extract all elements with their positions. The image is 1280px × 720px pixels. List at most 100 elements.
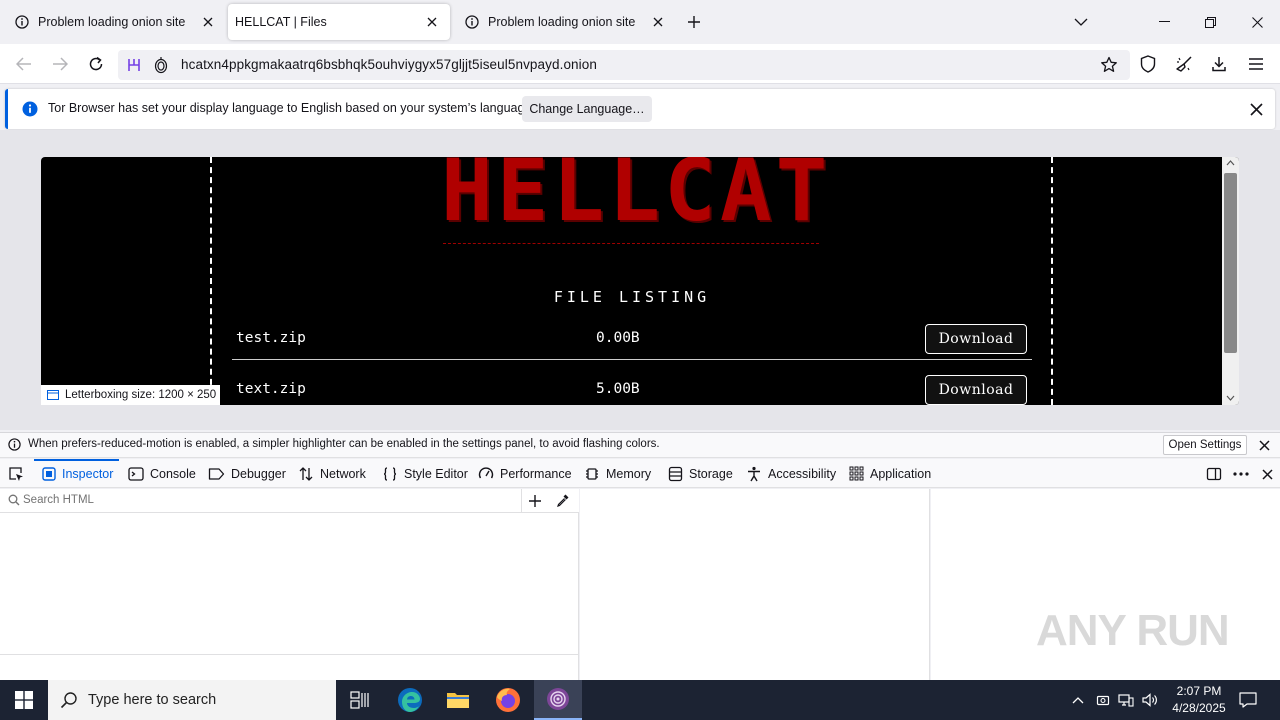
notifications-button[interactable] <box>1236 680 1260 720</box>
taskbar-search-box[interactable]: Type here to search <box>48 680 336 720</box>
close-info-icon[interactable] <box>1256 437 1272 453</box>
inspector-icon <box>42 466 56 481</box>
address-bar[interactable]: hcatxn4ppkgmakaatrq6bsbhqk5ouhviygyx57gl… <box>118 50 1130 80</box>
file-row: test.zip 0.00B Download <box>232 316 1032 362</box>
dock-side-icon[interactable] <box>1204 464 1224 484</box>
meet-now-tray-icon[interactable] <box>1093 680 1113 720</box>
edge-taskbar-button[interactable] <box>386 680 434 720</box>
rules-pane[interactable] <box>580 489 930 680</box>
clock-date: 4/28/2025 <box>1172 701 1226 715</box>
bookmark-star-icon[interactable] <box>1100 56 1118 77</box>
close-tab-icon[interactable] <box>200 14 216 30</box>
letterboxing-indicator: Letterboxing size: 1200 × 250 <box>41 385 221 405</box>
tab-accessibility[interactable]: Accessibility <box>746 459 836 488</box>
reload-button[interactable] <box>84 52 108 76</box>
tab-label: Accessibility <box>768 466 837 481</box>
downloads-icon[interactable] <box>1207 52 1231 76</box>
tab-debugger[interactable]: Debugger <box>208 459 286 488</box>
close-notification-icon[interactable] <box>1246 99 1266 119</box>
search-icon <box>60 691 78 712</box>
tab-inspector[interactable]: Inspector <box>33 459 120 488</box>
firefox-icon <box>496 688 520 712</box>
more-options-icon[interactable] <box>1231 464 1251 484</box>
tab-storage[interactable]: Storage <box>668 459 733 488</box>
firefox-taskbar-button[interactable] <box>484 680 532 720</box>
tab-label: Inspector <box>62 466 114 481</box>
gauge-icon <box>478 466 494 482</box>
tab-label: Performance <box>500 466 572 481</box>
clock-time: 2:07 PM <box>1176 684 1222 698</box>
menu-hamburger-icon[interactable] <box>1244 52 1268 76</box>
tab-performance[interactable]: Performance <box>478 459 572 488</box>
edge-icon <box>398 688 422 712</box>
add-node-icon[interactable] <box>528 494 542 511</box>
element-picker-icon[interactable] <box>8 459 24 488</box>
onion-icon[interactable] <box>154 56 168 77</box>
tab-hellcat-files[interactable]: HELLCAT | Files <box>228 4 450 40</box>
storage-icon <box>668 466 683 482</box>
start-button[interactable] <box>0 680 48 720</box>
tab-memory[interactable]: Memory <box>584 459 651 488</box>
task-view-icon <box>350 691 369 709</box>
change-language-button[interactable]: Change Language… <box>522 96 652 122</box>
info-icon <box>8 438 21 454</box>
forward-button[interactable] <box>48 52 72 76</box>
tab-strip: Problem loading onion site HELLCAT | Fil… <box>0 0 1280 44</box>
windows-taskbar: Type here to search 2:07 PM 4/28/2025 <box>0 680 1280 720</box>
logo-underline <box>443 243 819 244</box>
tab-console[interactable]: Console <box>128 459 196 488</box>
tor-browser-icon <box>547 688 569 710</box>
tab-title: Problem loading onion site <box>38 15 186 29</box>
restore-button[interactable] <box>1187 0 1233 44</box>
new-tab-button[interactable] <box>684 12 704 32</box>
page-viewport: HELLCAT FILE LISTING test.zip 0.00B Down… <box>41 157 1239 405</box>
taskbar-search-placeholder: Type here to search <box>88 692 217 708</box>
tab-problem-loading-2[interactable]: Problem loading onion site <box>454 4 676 40</box>
tab-label: Storage <box>689 466 733 481</box>
download-button[interactable]: Download <box>925 324 1027 354</box>
volume-tray-icon[interactable] <box>1140 680 1160 720</box>
close-tab-icon[interactable] <box>650 14 666 30</box>
tor-circuit-icon[interactable] <box>126 57 142 76</box>
close-devtools-icon[interactable] <box>1257 464 1277 484</box>
tab-application[interactable]: Application <box>849 459 931 488</box>
security-shield-icon[interactable] <box>1136 52 1160 76</box>
search-html-input[interactable]: Search HTML <box>23 494 94 506</box>
tab-style-editor[interactable]: Style Editor <box>382 459 468 488</box>
network-arrows-icon <box>298 466 314 482</box>
info-icon <box>464 14 480 30</box>
eyedropper-icon[interactable] <box>556 493 570 510</box>
divider <box>521 489 522 513</box>
task-view-button[interactable] <box>336 680 384 720</box>
hellcat-logo: HELLCAT <box>441 157 832 241</box>
tab-label: Application <box>870 466 932 481</box>
search-html-bar: Search HTML <box>0 489 579 513</box>
open-settings-button[interactable]: Open Settings <box>1163 435 1247 455</box>
scrollbar-thumb[interactable] <box>1224 173 1237 353</box>
tab-label: Style Editor <box>404 466 468 481</box>
tor-browser-taskbar-button[interactable] <box>534 680 582 720</box>
file-size: 5.00B <box>596 381 640 397</box>
download-button[interactable]: Download <box>925 375 1027 405</box>
url-text[interactable]: hcatxn4ppkgmakaatrq6bsbhqk5ouhviygyx57gl… <box>181 57 597 72</box>
folder-icon <box>447 693 469 708</box>
application-grid-icon <box>849 466 864 481</box>
back-button[interactable] <box>12 52 36 76</box>
new-identity-broom-icon[interactable] <box>1172 52 1196 76</box>
file-listing-title: FILE LISTING <box>553 288 711 306</box>
close-window-button[interactable] <box>1234 0 1280 44</box>
taskbar-clock[interactable]: 2:07 PM 4/28/2025 <box>1160 683 1238 717</box>
list-all-tabs-button[interactable] <box>1058 0 1104 44</box>
row-divider <box>232 359 1032 360</box>
tab-problem-loading-1[interactable]: Problem loading onion site <box>4 4 226 40</box>
language-notification-bar: Tor Browser has set your display languag… <box>5 89 1275 129</box>
show-hidden-icons-button[interactable] <box>1068 680 1088 720</box>
breadcrumb-divider <box>0 654 579 655</box>
minimize-button[interactable] <box>1141 0 1187 44</box>
file-explorer-taskbar-button[interactable] <box>434 680 482 720</box>
anyrun-watermark: ANY RUN <box>1036 606 1230 655</box>
close-tab-icon[interactable] <box>424 14 440 30</box>
dashed-border-left <box>210 157 212 405</box>
network-tray-icon[interactable] <box>1116 680 1136 720</box>
tab-network[interactable]: Network <box>298 459 366 488</box>
